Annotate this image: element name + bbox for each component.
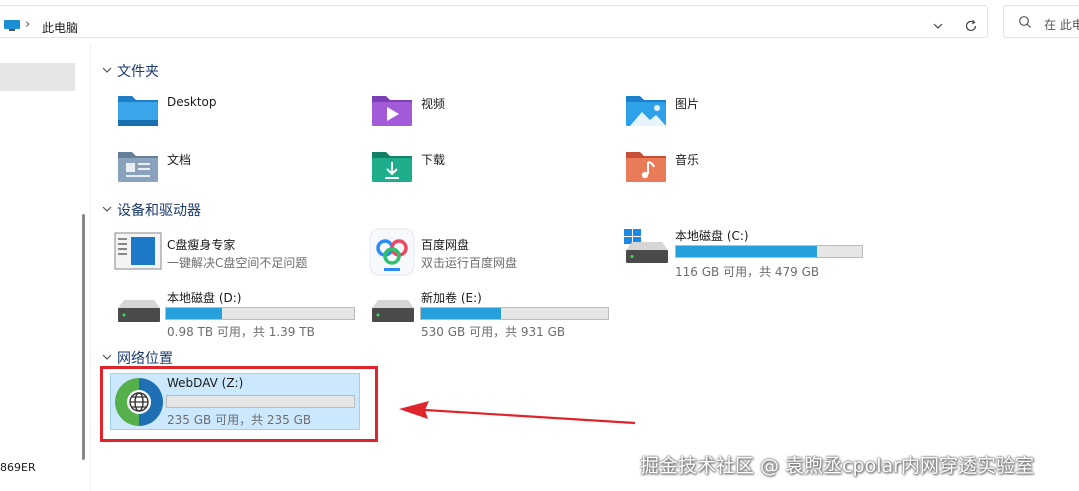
item-name: C盘瘦身专家 (167, 238, 236, 252)
drive-usage-bar (420, 307, 609, 320)
desktop-folder-icon (118, 96, 158, 126)
navigation-pane: 869ER (0, 44, 90, 491)
item-name: 视频 (421, 97, 446, 111)
item-name: 本地磁盘 (C:) (675, 229, 749, 243)
drive-usage-bar (165, 307, 355, 320)
drive-usage-bar (675, 245, 863, 258)
item-name: 百度网盘 (421, 238, 470, 252)
this-pc-icon (4, 20, 20, 31)
section-title: 文件夹 (117, 64, 159, 80)
item-name: Desktop (167, 95, 217, 109)
chevron-down-icon[interactable] (931, 19, 945, 33)
section-title: 设备和驱动器 (117, 203, 201, 219)
chevron-down-icon (102, 206, 112, 212)
address-bar[interactable]: › 此电脑 (0, 5, 988, 38)
folder-music[interactable]: 音乐 (624, 146, 864, 186)
drive-space-text: 116 GB 可用，共 479 GB (675, 265, 820, 279)
folder-downloads[interactable]: 下载 (370, 146, 610, 186)
annotation-arrow-icon (399, 401, 636, 425)
chevron-down-icon (102, 67, 112, 73)
music-folder-icon (626, 152, 666, 182)
item-name: 文档 (167, 153, 192, 167)
item-name: 图片 (675, 97, 700, 111)
watermark-text: 掘金技术社区 @ 袁煦丞cpolar内网穿透实验室 (640, 455, 1034, 477)
breadcrumb-this-pc[interactable]: 此电脑 (42, 19, 78, 36)
drive-space-text: 0.98 TB 可用，共 1.39 TB (167, 325, 315, 339)
videos-folder-icon (372, 96, 412, 126)
search-box[interactable]: 在 此电 (1003, 5, 1079, 38)
drive-usage-fill (676, 246, 818, 257)
chevron-down-icon (102, 354, 112, 360)
item-name: 下载 (421, 153, 446, 167)
search-icon (1019, 16, 1031, 28)
hard-drive-icon (372, 300, 414, 322)
refresh-icon[interactable] (963, 18, 979, 34)
item-description: 双击运行百度网盘 (421, 256, 518, 270)
baidu-netdisk-icon (369, 228, 415, 276)
drive-space-text: 530 GB 可用，共 931 GB (421, 325, 566, 339)
c-disk-cleaner-icon (114, 232, 162, 270)
drive-usage-fill (166, 308, 223, 319)
section-folders[interactable]: 文件夹 (100, 61, 300, 81)
highlight-box (100, 366, 378, 442)
pane-divider[interactable] (90, 44, 91, 491)
drive-e[interactable]: 新加卷 (E:) 530 GB 可用，共 931 GB (370, 288, 615, 340)
hard-drive-icon (118, 300, 160, 322)
sidebar-scrollbar[interactable] (82, 214, 85, 460)
section-title: 网络位置 (117, 351, 173, 367)
search-placeholder: 在 此电 (1044, 18, 1079, 32)
downloads-folder-icon (372, 152, 412, 182)
windows-drive-icon (624, 229, 668, 263)
item-name: 新加卷 (E:) (421, 291, 482, 305)
folder-pictures[interactable]: 图片 (624, 90, 864, 130)
navigation-bar: › 此电脑 在 此电 (0, 0, 1079, 44)
app-baidu-netdisk[interactable]: 百度网盘 双击运行百度网盘 (369, 228, 619, 276)
item-description: 一键解决C盘空间不足问题 (167, 256, 308, 270)
sidebar-selected-item[interactable] (0, 63, 75, 91)
item-name: 本地磁盘 (D:) (167, 291, 242, 305)
drive-c[interactable]: 本地磁盘 (C:) 116 GB 可用，共 479 GB (624, 226, 869, 279)
item-name: 音乐 (675, 153, 700, 167)
app-c-disk-cleaner[interactable]: C盘瘦身专家 一键解决C盘空间不足问题 (114, 232, 364, 272)
documents-folder-icon (118, 152, 158, 182)
folder-desktop[interactable]: Desktop (116, 90, 356, 130)
folder-videos[interactable]: 视频 (370, 90, 610, 130)
breadcrumb-separator: › (25, 17, 31, 32)
section-devices[interactable]: 设备和驱动器 (100, 200, 300, 220)
pictures-folder-icon (626, 96, 666, 126)
drive-d[interactable]: 本地磁盘 (D:) 0.98 TB 可用，共 1.39 TB (116, 288, 361, 340)
drive-usage-fill (421, 308, 502, 319)
folder-documents[interactable]: 文档 (116, 146, 356, 186)
section-network[interactable]: 网络位置 (100, 348, 300, 368)
sidebar-drive-label[interactable]: 869ER (0, 461, 36, 474)
